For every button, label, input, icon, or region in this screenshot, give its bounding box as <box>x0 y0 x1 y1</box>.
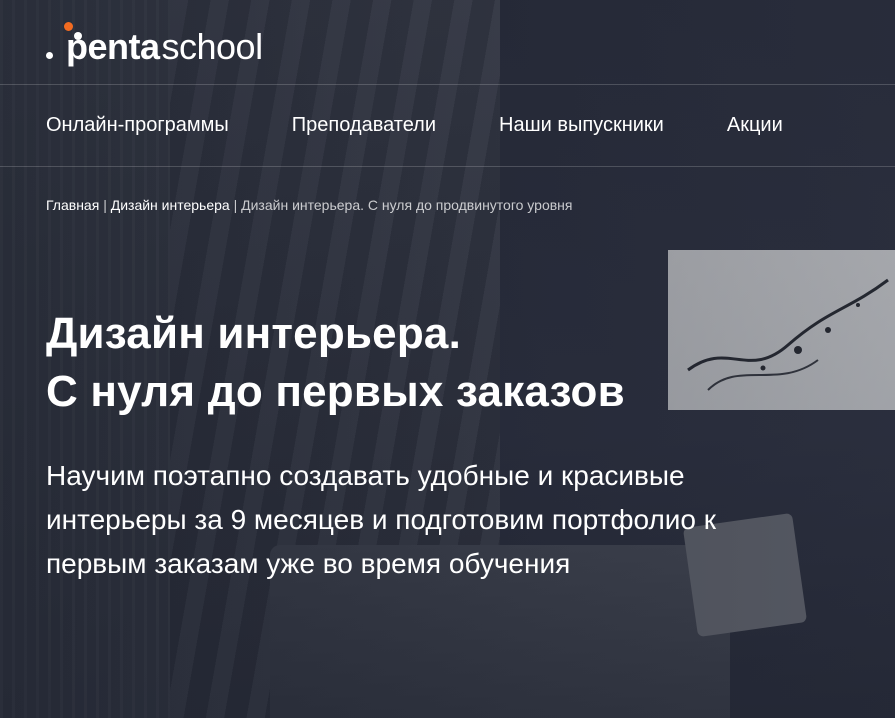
main-nav: Онлайн-программы Преподаватели Наши выпу… <box>46 84 783 166</box>
hero-content: pentaschool Онлайн-программы Преподавате… <box>0 0 895 718</box>
breadcrumb: Главная | Дизайн интерьера | Дизайн инте… <box>46 197 572 213</box>
hero-subtitle: Научим поэтапно создавать удобные и крас… <box>46 460 717 579</box>
page-title: Дизайн интерьера. С нуля до первых заказ… <box>46 305 625 421</box>
nav-item-online-programs[interactable]: Онлайн-программы <box>46 114 229 137</box>
page-title-line1: Дизайн интерьера. <box>46 309 462 358</box>
logo-link[interactable]: pentaschool <box>46 12 263 72</box>
logo-dot-white <box>46 52 53 59</box>
nav-item-promotions[interactable]: Акции <box>727 114 783 137</box>
page-title-line2: С нуля до первых заказов <box>46 367 625 416</box>
logo-dot-orange <box>64 22 73 31</box>
nav-divider <box>0 166 895 167</box>
nav-item-graduates[interactable]: Наши выпускники <box>499 114 664 137</box>
breadcrumb-current: Дизайн интерьера. С нуля до продвинутого… <box>241 197 573 213</box>
logo-text: pentaschool <box>66 22 263 72</box>
breadcrumb-separator: | <box>233 197 242 213</box>
logo-suffix-text: school <box>161 26 264 67</box>
logo-dots-icon <box>46 22 82 72</box>
breadcrumb-category[interactable]: Дизайн интерьера <box>111 197 230 213</box>
hero-section: pentaschool Онлайн-программы Преподавате… <box>0 0 895 718</box>
logo-dot-white <box>74 32 82 40</box>
breadcrumb-separator: | <box>103 197 111 213</box>
breadcrumb-home[interactable]: Главная <box>46 197 99 213</box>
nav-item-teachers[interactable]: Преподаватели <box>292 114 436 137</box>
